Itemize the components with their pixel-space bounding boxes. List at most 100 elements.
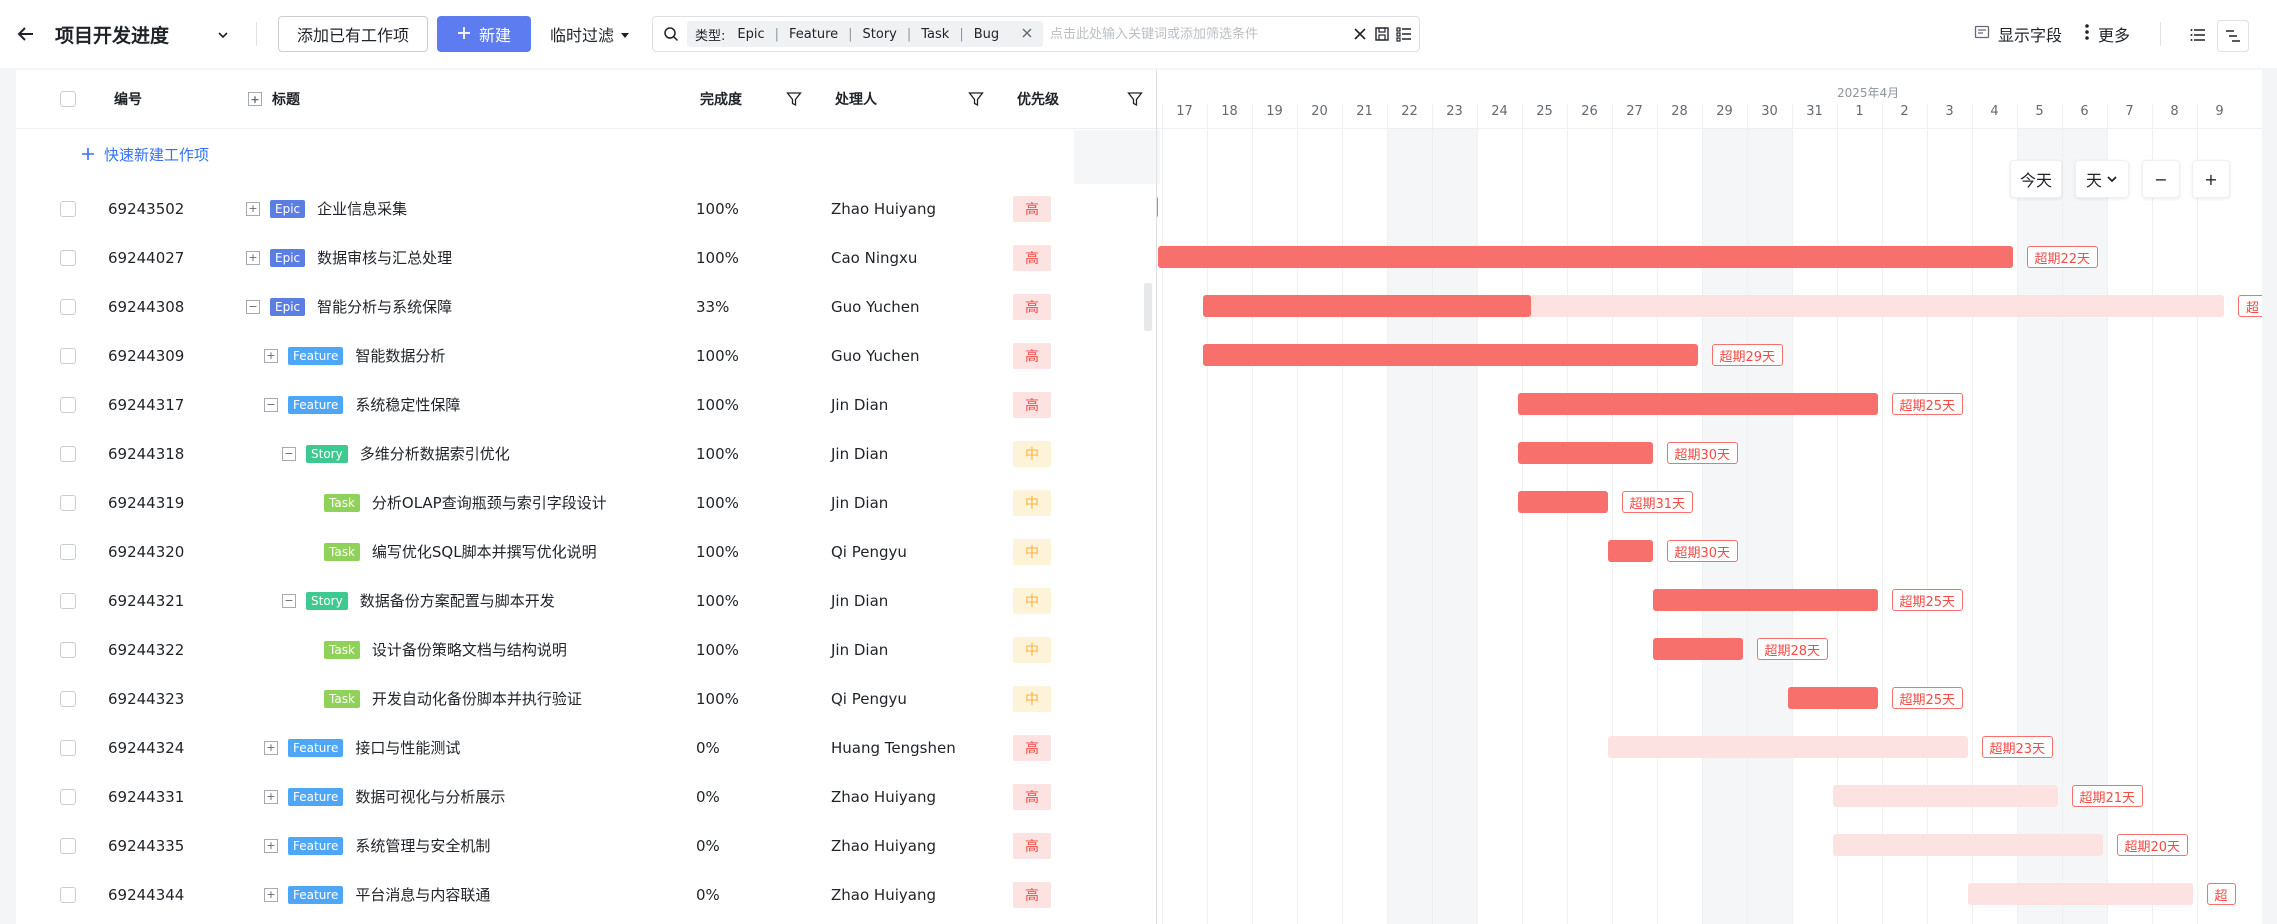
- gantt-bar-planned[interactable]: [1832, 834, 2103, 856]
- select-all-checkbox[interactable]: [60, 91, 76, 107]
- zoom-out-button[interactable]: −: [2142, 160, 2180, 198]
- item-title-cell[interactable]: − Epic 智能分析与系统保障: [246, 282, 452, 331]
- priority-badge[interactable]: 高: [1013, 342, 1051, 369]
- remove-chip-icon[interactable]: [1019, 27, 1035, 42]
- item-title[interactable]: 智能分析与系统保障: [317, 296, 452, 317]
- item-title[interactable]: 智能数据分析: [355, 345, 445, 366]
- priority-badge[interactable]: 中: [1013, 636, 1051, 663]
- row-checkbox[interactable]: [60, 445, 76, 462]
- table-row[interactable]: 69244318 − Story 多维分析数据索引优化 100% Jin Dian 中: [16, 429, 1156, 478]
- gantt-bar-completed[interactable]: [1202, 295, 1531, 317]
- item-title-cell[interactable]: + Feature 接口与性能测试: [264, 723, 460, 772]
- save-icon[interactable]: [1372, 24, 1392, 44]
- priority-badge[interactable]: 高: [1013, 391, 1051, 418]
- item-title[interactable]: 接口与性能测试: [355, 737, 460, 758]
- row-checkbox[interactable]: [60, 347, 76, 364]
- scale-dropdown[interactable]: 天: [2075, 160, 2129, 198]
- gantt-bar-completed[interactable]: [1157, 246, 2013, 268]
- table-row[interactable]: 69243502 + Epic 企业信息采集 100% Zhao Huiyang 高: [16, 184, 1156, 233]
- row-checkbox[interactable]: [60, 200, 76, 217]
- list-check-icon[interactable]: [1394, 24, 1414, 44]
- gantt-bar-completed[interactable]: [1202, 344, 1698, 366]
- gantt-bar-completed[interactable]: [1787, 687, 1878, 709]
- item-assignee[interactable]: Zhao Huiyang: [831, 772, 936, 821]
- show-fields-button[interactable]: 显示字段: [1974, 16, 2062, 52]
- gantt-icon[interactable]: [2217, 20, 2249, 52]
- gantt-bar-completed[interactable]: [1517, 442, 1653, 464]
- expand-icon[interactable]: +: [264, 838, 278, 853]
- row-checkbox[interactable]: [60, 396, 76, 413]
- table-row[interactable]: 69244323 Task 开发自动化备份脚本并执行验证 100% Qi Pengyu 中: [16, 674, 1156, 723]
- gantt-bar-completed[interactable]: [1607, 540, 1653, 562]
- splitter-handle[interactable]: [1144, 283, 1152, 331]
- collapse-icon[interactable]: −: [282, 446, 296, 461]
- item-title[interactable]: 数据可视化与分析展示: [355, 786, 505, 807]
- priority-badge[interactable]: 高: [1013, 734, 1051, 761]
- priority-badge[interactable]: 中: [1013, 489, 1051, 516]
- item-assignee[interactable]: Cao Ningxu: [831, 233, 917, 282]
- gantt-bar-planned[interactable]: [1832, 785, 2058, 807]
- table-row[interactable]: 69244309 + Feature 智能数据分析 100% Guo Yuchen 高: [16, 331, 1156, 380]
- row-checkbox[interactable]: [60, 249, 76, 266]
- table-row[interactable]: 69244317 − Feature 系统稳定性保障 100% Jin Dian 高: [16, 380, 1156, 429]
- collapse-icon[interactable]: −: [264, 397, 278, 412]
- item-title[interactable]: 分析OLAP查询瓶颈与索引字段设计: [372, 492, 607, 513]
- gantt-bar-completed[interactable]: [1517, 491, 1608, 513]
- add-existing-button[interactable]: 添加已有工作项: [278, 16, 429, 52]
- item-assignee[interactable]: Zhao Huiyang: [831, 821, 936, 870]
- temp-filter-dropdown[interactable]: 临时过滤: [550, 16, 630, 52]
- item-title-cell[interactable]: Task 开发自动化备份脚本并执行验证: [324, 674, 582, 723]
- new-button[interactable]: 新建: [437, 16, 531, 52]
- table-row[interactable]: 69244344 + Feature 平台消息与内容联通 0% Zhao Huiyang 高: [16, 870, 1156, 919]
- list-icon[interactable]: [2183, 20, 2213, 50]
- row-checkbox[interactable]: [60, 739, 76, 756]
- item-title-cell[interactable]: + Feature 系统管理与安全机制: [264, 821, 490, 870]
- priority-badge[interactable]: 高: [1013, 244, 1051, 271]
- row-checkbox[interactable]: [60, 494, 76, 511]
- gantt-bar-completed[interactable]: [1652, 589, 1878, 611]
- item-assignee[interactable]: Jin Dian: [831, 429, 888, 478]
- row-checkbox[interactable]: [60, 837, 76, 854]
- column-id[interactable]: 编号: [114, 70, 142, 128]
- expand-icon[interactable]: +: [264, 789, 278, 804]
- table-row[interactable]: 69244027 + Epic 数据审核与汇总处理 100% Cao Ningxu 高: [16, 233, 1156, 282]
- expand-icon[interactable]: +: [264, 348, 278, 363]
- row-checkbox[interactable]: [60, 592, 76, 609]
- priority-badge[interactable]: 高: [1013, 195, 1051, 222]
- expand-icon[interactable]: +: [246, 250, 260, 265]
- item-title[interactable]: 数据审核与汇总处理: [317, 247, 452, 268]
- expand-icon[interactable]: +: [264, 740, 278, 755]
- item-assignee[interactable]: Jin Dian: [831, 478, 888, 527]
- table-row[interactable]: 69244320 Task 编写优化SQL脚本并撰写优化说明 100% Qi Pengy…: [16, 527, 1156, 576]
- item-title-cell[interactable]: − Story 多维分析数据索引优化: [282, 429, 510, 478]
- back-arrow-icon[interactable]: [12, 20, 40, 48]
- collapse-icon[interactable]: −: [282, 593, 296, 608]
- gantt-bar-planned[interactable]: [1967, 883, 2193, 905]
- priority-badge[interactable]: 高: [1013, 881, 1051, 908]
- priority-badge[interactable]: 中: [1013, 685, 1051, 712]
- table-row[interactable]: 69244319 Task 分析OLAP查询瓶颈与索引字段设计 100% Jin Dia…: [16, 478, 1156, 527]
- row-checkbox[interactable]: [60, 788, 76, 805]
- item-title-cell[interactable]: Task 分析OLAP查询瓶颈与索引字段设计: [324, 478, 607, 527]
- priority-badge[interactable]: 中: [1013, 538, 1051, 565]
- filter-icon[interactable]: [968, 91, 984, 107]
- search-input[interactable]: [1048, 22, 1332, 46]
- gantt-bar-completed[interactable]: [1652, 638, 1743, 660]
- item-title-cell[interactable]: Task 编写优化SQL脚本并撰写优化说明: [324, 527, 597, 576]
- item-assignee[interactable]: Zhao Huiyang: [831, 184, 936, 233]
- column-progress[interactable]: 完成度: [700, 70, 742, 128]
- gantt-bar-completed[interactable]: [1517, 393, 1878, 415]
- column-title[interactable]: + 标题: [248, 70, 300, 128]
- item-assignee[interactable]: Guo Yuchen: [831, 282, 920, 331]
- column-priority[interactable]: 优先级: [1017, 70, 1059, 128]
- item-title[interactable]: 系统稳定性保障: [355, 394, 460, 415]
- item-title-cell[interactable]: + Epic 数据审核与汇总处理: [246, 233, 452, 282]
- item-assignee[interactable]: Huang Tengshen: [831, 723, 956, 772]
- item-assignee[interactable]: Jin Dian: [831, 625, 888, 674]
- row-checkbox[interactable]: [60, 886, 76, 903]
- more-button[interactable]: 更多: [2084, 16, 2130, 52]
- quick-create-button[interactable]: 快速新建工作项: [82, 144, 209, 165]
- priority-badge[interactable]: 高: [1013, 832, 1051, 859]
- item-title[interactable]: 编写优化SQL脚本并撰写优化说明: [372, 541, 597, 562]
- row-checkbox[interactable]: [60, 543, 76, 560]
